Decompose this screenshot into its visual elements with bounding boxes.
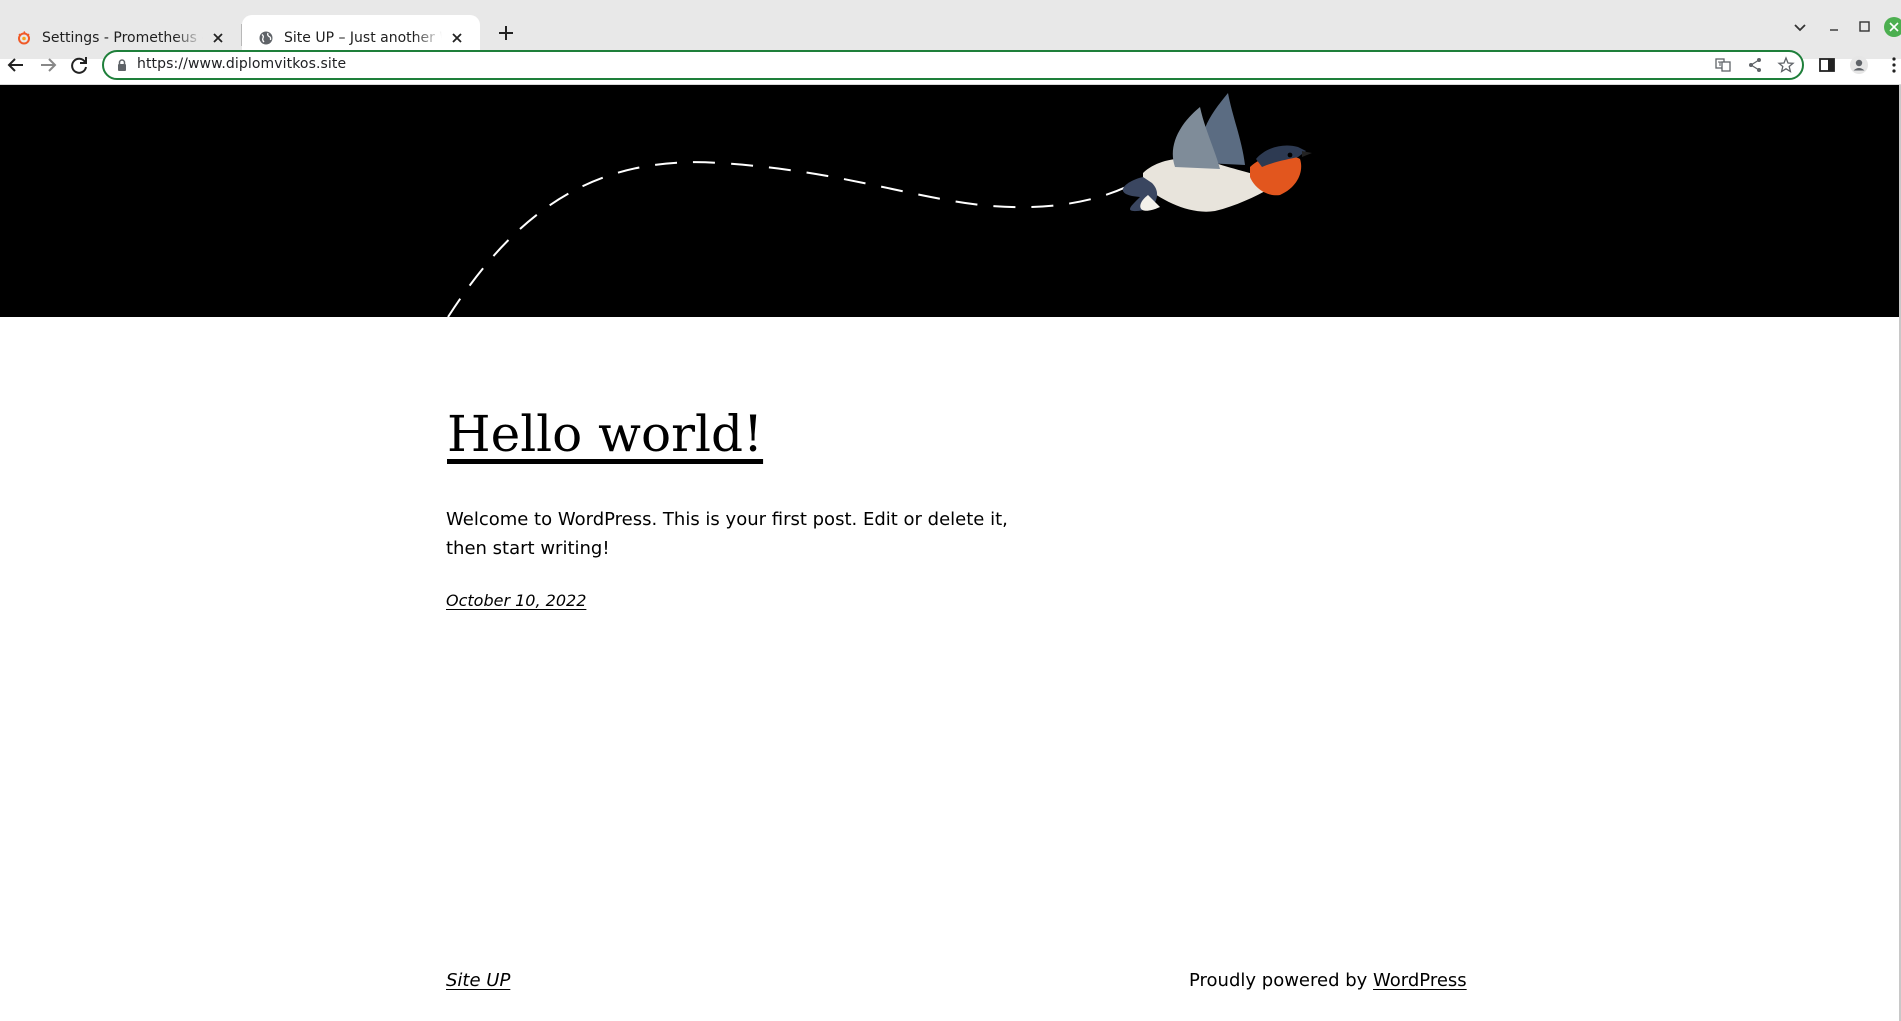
grafana-icon — [18, 30, 30, 44]
url-text[interactable]: https://www.diplomvitkos.site — [137, 56, 346, 72]
forward-arrow-icon[interactable] — [34, 51, 62, 79]
back-arrow-icon[interactable] — [2, 51, 30, 79]
wordpress-link[interactable]: WordPress — [1373, 970, 1467, 991]
bird-illustration — [1122, 93, 1312, 212]
lock-icon[interactable] — [115, 58, 129, 72]
tab-title: Site UP – Just another WordPr — [284, 29, 442, 46]
footer-site-title[interactable]: Site UP — [446, 970, 510, 991]
page-viewport: Hello world! Welcome to WordPress. This … — [0, 85, 1899, 1021]
kebab-menu-icon[interactable] — [1883, 54, 1901, 76]
close-tab-icon[interactable] — [209, 29, 227, 47]
post-title[interactable]: Hello world! — [447, 403, 763, 465]
reload-icon[interactable] — [65, 51, 93, 79]
address-bar[interactable]: https://www.diplomvitkos.site — [102, 50, 1804, 80]
side-panel-icon[interactable] — [1816, 54, 1838, 76]
tab-search-chevron-icon[interactable] — [1789, 16, 1811, 38]
profile-avatar-icon[interactable] — [1848, 54, 1870, 76]
new-tab-icon[interactable] — [492, 19, 520, 47]
tab-title: Settings - Prometheus - Data s — [42, 29, 203, 46]
bookmark-star-icon[interactable] — [1777, 56, 1795, 74]
close-window-icon[interactable] — [1881, 16, 1901, 38]
post-date[interactable]: October 10, 2022 — [446, 591, 586, 610]
maximize-icon[interactable] — [1853, 16, 1875, 38]
bird-flight-icon — [447, 93, 1312, 317]
minimize-icon[interactable] — [1823, 16, 1845, 38]
close-tab-icon[interactable] — [448, 29, 466, 47]
footer-credit: Proudly powered by WordPress — [1189, 970, 1467, 991]
globe-icon — [259, 31, 273, 44]
share-icon[interactable] — [1746, 56, 1764, 74]
post-excerpt: Welcome to WordPress. This is your first… — [446, 509, 1008, 559]
footer-credit-text: Proudly powered by — [1189, 970, 1374, 991]
header-hero-image — [0, 85, 1899, 317]
translate-icon[interactable] — [1714, 56, 1732, 74]
